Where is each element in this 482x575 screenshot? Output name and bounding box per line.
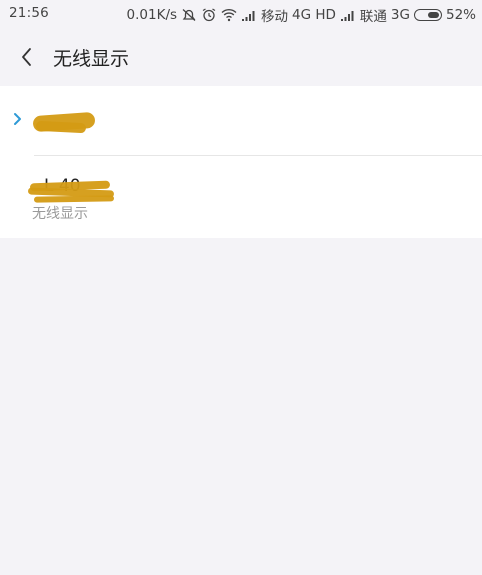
chevron-right-icon (14, 113, 21, 125)
device-item[interactable]: L 40 无线显示 (0, 156, 482, 238)
carrier1-label: 移动 (261, 9, 289, 25)
battery-fill (428, 11, 440, 18)
carrier2-label: 联通 (359, 9, 387, 25)
device-subtitle: 无线显示 (32, 206, 88, 222)
redaction-mark (33, 195, 115, 203)
page-title: 无线显示 (53, 48, 130, 70)
status-right-group: 0.01K/s 移动 4G HD 联通 3G 52% (127, 5, 476, 25)
signal-icon (242, 11, 255, 21)
mute-icon (182, 9, 196, 21)
status-time: 21:56 (9, 5, 49, 21)
network1-label: 4G HD (292, 7, 336, 23)
wifi-icon (221, 8, 237, 22)
chevron-left-icon (22, 48, 31, 66)
signal-icon (340, 11, 354, 21)
battery-icon (413, 9, 442, 21)
alarm-icon (202, 8, 216, 22)
back-button[interactable] (14, 43, 42, 71)
status-bar: 21:56 0.01K/s 移动 4G HD 联通 3G 52% (0, 0, 482, 28)
battery-percent: 52% (445, 7, 476, 23)
device-item-connected[interactable] (0, 86, 482, 156)
network-speed: 0.01K/s (126, 7, 178, 23)
network2-label: 3G (390, 7, 410, 23)
app-header: 无线显示 (0, 28, 482, 85)
device-list: L 40 无线显示 (0, 86, 482, 238)
